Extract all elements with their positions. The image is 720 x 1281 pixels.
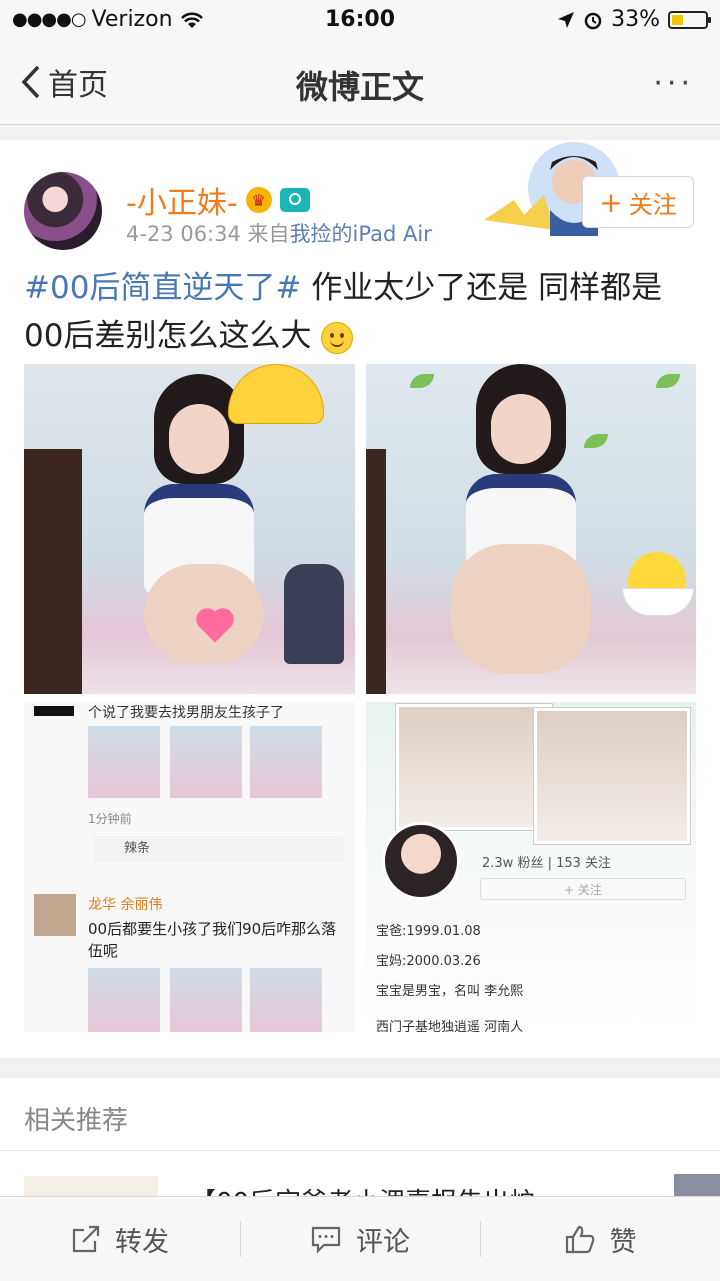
more-button[interactable]: ··· xyxy=(653,66,694,101)
repost-button[interactable]: 转发 xyxy=(0,1197,240,1281)
alarm-icon xyxy=(584,12,602,29)
screenshot-hot-tag: 辣条 xyxy=(94,836,344,862)
post-source[interactable]: 我捡的iPad Air xyxy=(290,222,432,246)
door-shape xyxy=(24,449,82,694)
camera-badge-icon xyxy=(279,188,310,212)
profile-follow: + 关注 xyxy=(480,878,686,900)
comment-icon xyxy=(311,1226,341,1254)
profile-dad-date: 宝爸:1999.01.08 xyxy=(376,924,481,939)
screenshot-time: 1分钟前 xyxy=(88,812,132,826)
hashtag-link[interactable]: #00后简直逆天了# xyxy=(24,270,301,306)
profile-mom-date: 宝妈:2000.03.26 xyxy=(376,954,481,969)
status-bar: ●●●●○ Verizon 16:00 33% xyxy=(0,0,720,40)
share-icon xyxy=(72,1225,100,1253)
repost-label: 转发 xyxy=(115,1226,169,1258)
source-prefix: 来自 xyxy=(247,222,290,246)
crown-badge-icon: ♛ xyxy=(245,187,272,213)
battery-icon xyxy=(668,10,711,29)
leaf-sticker-icon xyxy=(656,374,680,388)
post-image-3[interactable]: 个说了我要去找男朋友生孩子了 1分钟前 辣条 龙华 余丽伟 00后都要生小孩了我… xyxy=(24,702,355,1032)
battery-fill xyxy=(672,14,683,25)
profile-baby-name: 宝宝是男宝，名叫 李允熙 xyxy=(376,984,524,999)
like-button[interactable]: 赞 xyxy=(480,1197,720,1281)
related-thumbnail[interactable] xyxy=(674,1174,720,1196)
plus-icon: + xyxy=(599,185,623,219)
follow-label: 关注 xyxy=(628,190,677,219)
related-title: 相关推荐 xyxy=(24,1106,129,1136)
post-text: #00后简直逆天了# 作业太少了还是 同样都是00后差别怎么这么大 xyxy=(24,264,696,360)
related-thumbnail[interactable] xyxy=(24,1176,158,1196)
post-time: 4-23 06:34 xyxy=(126,222,241,246)
like-label: 赞 xyxy=(609,1226,637,1258)
screenshot-comment: 00后都要生小孩了我们90后咋那么落伍呢 xyxy=(88,920,337,960)
comment-label: 评论 xyxy=(356,1226,410,1258)
smile-emoji-icon xyxy=(321,321,354,354)
username-row: -小正妹- ♛ xyxy=(126,178,310,222)
post-card: -小正妹- ♛ 4-23 06:34 来自我捡的iPad Air + 关注 #0… xyxy=(0,140,720,1058)
username[interactable]: -小正妹- xyxy=(126,178,238,222)
profile-stats: 2.3w 粉丝 | 153 关注 xyxy=(482,856,612,871)
avatar[interactable] xyxy=(24,172,102,250)
chick-sticker-icon xyxy=(622,552,694,616)
profile-avatar xyxy=(382,822,460,900)
page-title: 微博正文 xyxy=(295,68,424,106)
related-section: 相关推荐 【00后宝爸者小浬喜报告出炉 xyxy=(0,1078,720,1218)
thumbs-up-icon xyxy=(565,1225,594,1254)
girl-figure xyxy=(446,364,596,674)
nav-bar: 首页 微博正文 ··· xyxy=(0,40,720,125)
post-image-4[interactable]: 2.3w 粉丝 | 153 关注 + 关注 宝爸:1999.01.08 宝妈:2… xyxy=(366,702,696,1032)
follow-button[interactable]: + 关注 xyxy=(582,176,694,228)
leaf-sticker-icon xyxy=(410,374,434,388)
post-meta: 4-23 06:34 来自我捡的iPad Air xyxy=(126,218,432,248)
bottom-toolbar: 转发 评论 赞 xyxy=(0,1196,720,1281)
background-person xyxy=(284,564,344,664)
flushed-emoji-icon xyxy=(228,364,324,424)
post-image-1[interactable] xyxy=(24,364,355,694)
screenshot-text: 个说了我要去找男朋友生孩子了 xyxy=(88,705,284,721)
profile-location: 西门子基地独逍遥 河南人 xyxy=(376,1020,524,1032)
battery-percent: 33% xyxy=(611,7,660,32)
door-shape xyxy=(366,449,386,694)
location-arrow-icon xyxy=(558,11,575,28)
post-image-2[interactable] xyxy=(366,364,696,694)
screenshot-commenter: 龙华 余丽伟 xyxy=(88,897,163,913)
comment-button[interactable]: 评论 xyxy=(240,1197,480,1281)
